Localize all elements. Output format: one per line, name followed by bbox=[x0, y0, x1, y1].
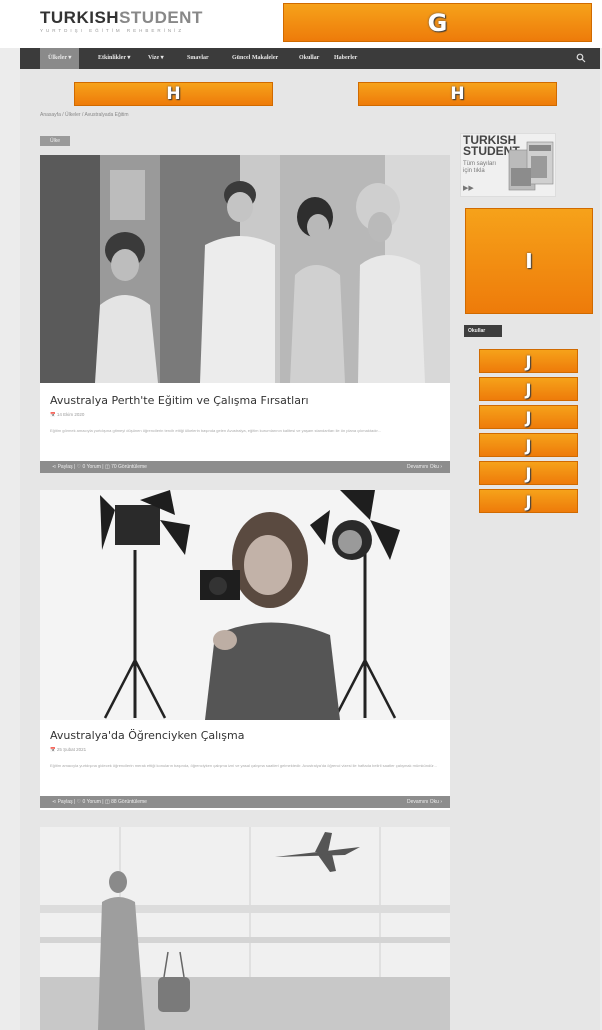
search-icon[interactable] bbox=[576, 53, 586, 63]
magazine-ad[interactable]: TURKISH STUDENT Tüm sayıları için tıkla ▶▶ bbox=[460, 133, 556, 197]
breadcrumb[interactable]: Anasayfa / Ülkeler / Avustralyada Eğitim bbox=[40, 112, 129, 118]
post-share-meta[interactable]: ⋖ Paylaş | ♡ 0 Yorum | ◫ 70 Görüntüleme bbox=[52, 464, 147, 470]
marker-i: I bbox=[465, 208, 593, 314]
post-meta-bar: ⋖ Paylaş | ♡ 0 Yorum | ◫ 70 Görüntüleme … bbox=[40, 461, 450, 473]
nav-item-etkinlikler[interactable]: Etkinlikler ▾ bbox=[98, 48, 130, 69]
marker-i-label: I bbox=[525, 249, 533, 273]
post-card-1: Avustralya Perth'te Eğitim ve Çalışma Fı… bbox=[40, 155, 450, 473]
logo-word-turkish: TURKISH bbox=[40, 8, 120, 27]
post-share-meta[interactable]: ⋖ Paylaş | ♡ 0 Yorum | ◫ 88 Görüntüleme bbox=[52, 799, 147, 805]
logo-tagline: YURTDIŞI EĞİTİM REHBERİNİZ bbox=[40, 28, 185, 33]
nav-item-haberler[interactable]: Haberler bbox=[334, 48, 357, 69]
post-meta-bar: ⋖ Paylaş | ♡ 0 Yorum | ◫ 88 Görüntüleme … bbox=[40, 796, 450, 808]
nav-item-guncel-makaleler[interactable]: Güncel Makaleler bbox=[232, 48, 278, 69]
post-card-3 bbox=[40, 827, 450, 1030]
ad-text-line2: için tıkla bbox=[463, 168, 485, 174]
marker-j-2: J bbox=[479, 377, 578, 401]
post-title[interactable]: Avustralya Perth'te Eğitim ve Çalışma Fı… bbox=[50, 394, 309, 407]
marker-h-right: H bbox=[358, 82, 557, 106]
marker-g-label: G bbox=[427, 8, 448, 37]
ad-text-line1: Tüm sayıları bbox=[463, 161, 497, 167]
magazine-covers-image bbox=[508, 141, 554, 191]
marker-g: G bbox=[283, 3, 592, 42]
marker-j-5: J bbox=[479, 461, 578, 485]
marker-j-6-label: J bbox=[525, 491, 532, 511]
nav-item-sinavlar[interactable]: Sınavlar bbox=[187, 48, 209, 69]
nav-item-okullar[interactable]: Okullar bbox=[299, 48, 319, 69]
marker-j-3-label: J bbox=[525, 407, 532, 427]
marker-j-5-label: J bbox=[525, 463, 532, 483]
post-title[interactable]: Avustralya'da Öğrenciyken Çalışma bbox=[50, 729, 244, 742]
marker-j-1: J bbox=[479, 349, 578, 373]
post-image-students[interactable] bbox=[40, 155, 450, 383]
marker-h-right-label: H bbox=[450, 84, 465, 104]
post-date: 📅 14 Ekim 2020 bbox=[50, 412, 85, 417]
play-arrow-icon: ▶▶ bbox=[463, 185, 474, 192]
category-tag[interactable]: Ülke bbox=[40, 136, 70, 146]
site-logo[interactable]: TURKISHSTUDENT YURTDIŞI EĞİTİM REHBERİNİ… bbox=[40, 8, 203, 34]
read-more-link[interactable]: Devamını Oku › bbox=[407, 799, 442, 805]
post-image-airport[interactable] bbox=[40, 827, 450, 1030]
marker-j-4-label: J bbox=[525, 435, 532, 455]
post-excerpt: Eğitim amacıyla yurtdışına gidecek öğren… bbox=[50, 763, 437, 768]
marker-j-2-label: J bbox=[525, 379, 532, 399]
marker-h-left-label: H bbox=[166, 84, 181, 104]
post-card-2: Avustralya'da Öğrenciyken Çalışma 📅 25 Ş… bbox=[40, 490, 450, 810]
marker-j-3: J bbox=[479, 405, 578, 429]
post-excerpt: Eğitim görmek amacıyla yurtdışına gitmey… bbox=[50, 428, 381, 433]
logo-word-student: STUDENT bbox=[119, 8, 203, 27]
marker-j-1-label: J bbox=[525, 351, 532, 371]
widget-title-okullar: Okullar bbox=[464, 325, 502, 337]
marker-h-left: H bbox=[74, 82, 273, 106]
read-more-link[interactable]: Devamını Oku › bbox=[407, 464, 442, 470]
main-nav: Ülkeler ▾ Etkinlikler ▾ Vize ▾ Sınavlar … bbox=[20, 48, 600, 69]
nav-item-vize[interactable]: Vize ▾ bbox=[148, 48, 164, 69]
post-date: 📅 25 Şubat 2021 bbox=[50, 747, 87, 752]
post-image-photographer[interactable] bbox=[40, 490, 450, 720]
marker-j-6: J bbox=[479, 489, 578, 513]
nav-item-ulkeler[interactable]: Ülkeler ▾ bbox=[40, 48, 80, 69]
ad-text: Tüm sayıları için tıkla bbox=[463, 161, 496, 175]
marker-j-4: J bbox=[479, 433, 578, 457]
